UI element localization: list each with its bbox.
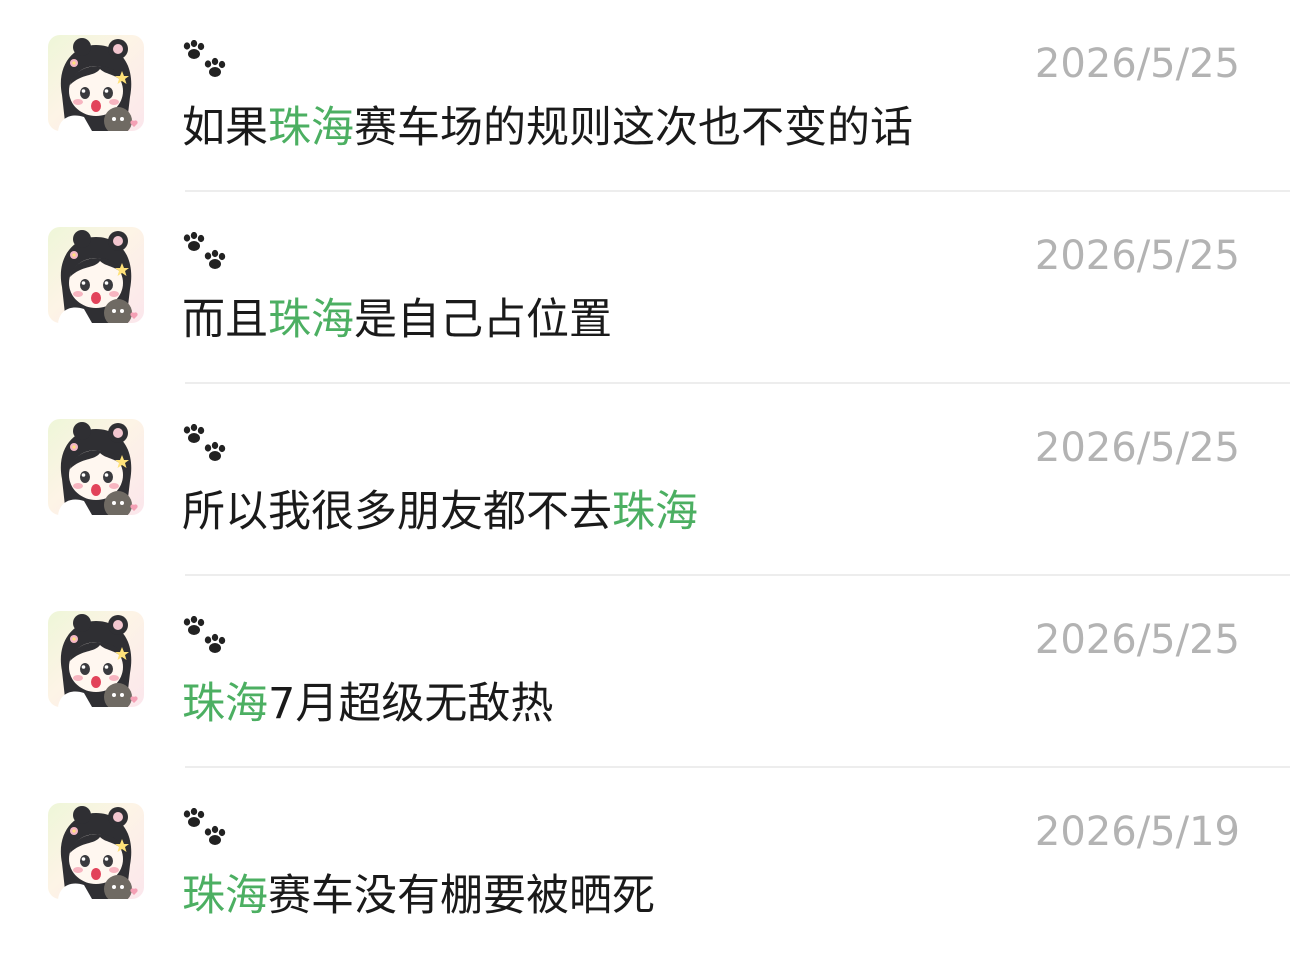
comment-date: 2026/5/25	[1034, 425, 1240, 471]
paw-prints-icon[interactable]	[182, 232, 230, 276]
comment-item[interactable]: 2026/5/25 所以我很多朋友都不去珠海	[0, 384, 1290, 576]
comment-text-segment: 是自己占位置	[354, 295, 612, 345]
comment-date: 2026/5/25	[1034, 617, 1240, 663]
paw-prints-icon[interactable]	[182, 424, 230, 468]
comment-date: 2026/5/25	[1034, 41, 1240, 87]
avatar[interactable]	[48, 611, 144, 707]
keyword-highlight: 珠海	[268, 103, 354, 153]
keyword-highlight: 珠海	[182, 679, 268, 729]
comment-date: 2026/5/19	[1034, 809, 1240, 855]
comment-text-segment: 7月超级无敌热	[268, 679, 554, 729]
paw-prints-icon[interactable]	[182, 616, 230, 660]
comment-list: 2026/5/25 如果珠海赛车场的规则这次也不变的话 2026/5/25 而且珠海是…	[0, 0, 1290, 958]
avatar[interactable]	[48, 419, 144, 515]
comment-date: 2026/5/25	[1034, 233, 1240, 279]
avatar[interactable]	[48, 227, 144, 323]
comment-text-segment: 如果	[182, 103, 268, 153]
keyword-highlight: 珠海	[182, 871, 268, 921]
comment-text[interactable]: 如果珠海赛车场的规则这次也不变的话	[182, 100, 913, 156]
comment-text-segment: 所以我很多朋友都不去	[182, 487, 612, 537]
comment-item[interactable]: 2026/5/25 而且珠海是自己占位置	[0, 192, 1290, 384]
avatar[interactable]	[48, 35, 144, 131]
comment-text[interactable]: 珠海赛车没有棚要被晒死	[182, 868, 655, 924]
comment-item[interactable]: 2026/5/25 珠海7月超级无敌热	[0, 576, 1290, 768]
comment-text[interactable]: 珠海7月超级无敌热	[182, 676, 553, 732]
comment-item[interactable]: 2026/5/19 珠海赛车没有棚要被晒死	[0, 768, 1290, 958]
paw-prints-icon[interactable]	[182, 808, 230, 852]
paw-prints-icon[interactable]	[182, 40, 230, 84]
avatar[interactable]	[48, 803, 144, 899]
comment-text[interactable]: 所以我很多朋友都不去珠海	[182, 484, 698, 540]
comment-text-segment: 赛车没有棚要被晒死	[268, 871, 655, 921]
keyword-highlight: 珠海	[268, 295, 354, 345]
comment-text-segment: 赛车场的规则这次也不变的话	[354, 103, 913, 153]
comment-text-segment: 而且	[182, 295, 268, 345]
keyword-highlight: 珠海	[612, 487, 698, 537]
comment-text[interactable]: 而且珠海是自己占位置	[182, 292, 612, 348]
comment-item[interactable]: 2026/5/25 如果珠海赛车场的规则这次也不变的话	[0, 0, 1290, 192]
